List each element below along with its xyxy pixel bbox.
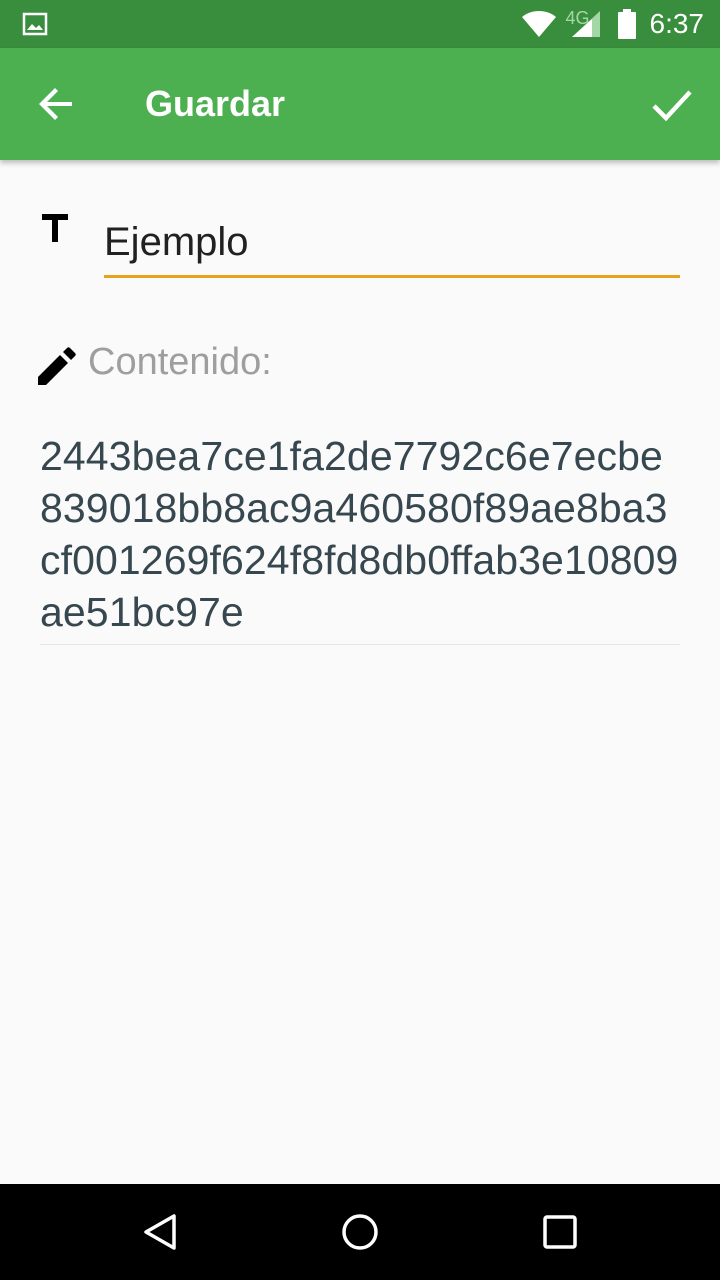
network-type-label: 4G bbox=[565, 7, 590, 28]
title-input[interactable]: Ejemplo bbox=[104, 210, 680, 278]
status-bar: 4G 6:37 bbox=[0, 0, 720, 48]
nav-home-circle-icon[interactable] bbox=[336, 1208, 384, 1256]
content-label: Contenido: bbox=[88, 340, 272, 383]
navigation-bar bbox=[0, 1184, 720, 1280]
battery-icon bbox=[617, 9, 636, 39]
pencil-icon bbox=[38, 347, 76, 385]
status-bar-right: 4G 6:37 bbox=[521, 0, 704, 48]
title-input-value: Ejemplo bbox=[104, 220, 249, 264]
wifi-icon bbox=[522, 11, 557, 37]
content-label-row: Contenido: bbox=[36, 338, 272, 386]
image-icon bbox=[22, 12, 48, 36]
arrow-back-icon[interactable] bbox=[32, 80, 80, 128]
nav-recents-square-icon[interactable] bbox=[536, 1208, 584, 1256]
content-underline bbox=[40, 644, 680, 645]
content-textarea[interactable]: 2443bea7ce1fa2de7792c6e7ecbe839018bb8ac9… bbox=[40, 430, 680, 638]
page-title: Guardar bbox=[145, 83, 286, 124]
status-time: 6:37 bbox=[649, 8, 705, 39]
check-icon[interactable] bbox=[648, 80, 696, 128]
editor-form: Ejemplo Contenido: 2443bea7ce1fa2de7792c… bbox=[0, 160, 720, 1184]
text-t-icon bbox=[40, 210, 76, 250]
nav-back-triangle-icon[interactable] bbox=[136, 1208, 184, 1256]
app-bar: Guardar bbox=[0, 48, 720, 160]
